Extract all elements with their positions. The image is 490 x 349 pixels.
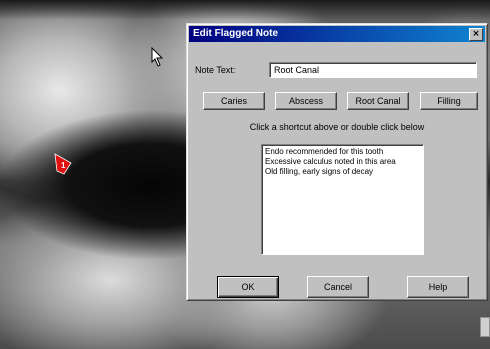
list-item[interactable]: Excessive calculus noted in this area [265, 157, 420, 167]
notes-list[interactable]: Endo recommended for this tooth Excessiv… [261, 144, 424, 255]
scrollbar-thumb[interactable] [480, 317, 490, 337]
shortcut-hint: Click a shortcut above or double click b… [249, 122, 425, 132]
list-item[interactable]: Old filling, early signs of decay [265, 167, 420, 177]
dialog-title: Edit Flagged Note [193, 28, 278, 39]
pointer-cursor-icon [151, 46, 165, 67]
filling-button[interactable]: Filling [420, 92, 478, 110]
cancel-button[interactable]: Cancel [307, 276, 369, 298]
note-text-label: Note Text: [195, 65, 236, 75]
edit-flagged-note-dialog: Edit Flagged Note × Note Text: Caries Ab… [186, 23, 488, 301]
list-item[interactable]: Endo recommended for this tooth [265, 147, 420, 157]
tooth-flag-icon[interactable]: 1 [54, 153, 72, 175]
note-text-input[interactable] [269, 62, 477, 78]
caries-button[interactable]: Caries [203, 92, 265, 110]
ok-button[interactable]: OK [217, 276, 279, 298]
xray-shadow [0, 0, 490, 20]
abscess-button[interactable]: Abscess [275, 92, 337, 110]
flag-number: 1 [61, 161, 66, 170]
close-icon[interactable]: × [469, 28, 483, 41]
help-button[interactable]: Help [407, 276, 469, 298]
dialog-title-bar[interactable]: Edit Flagged Note × [189, 26, 485, 42]
root-canal-button[interactable]: Root Canal [347, 92, 409, 110]
